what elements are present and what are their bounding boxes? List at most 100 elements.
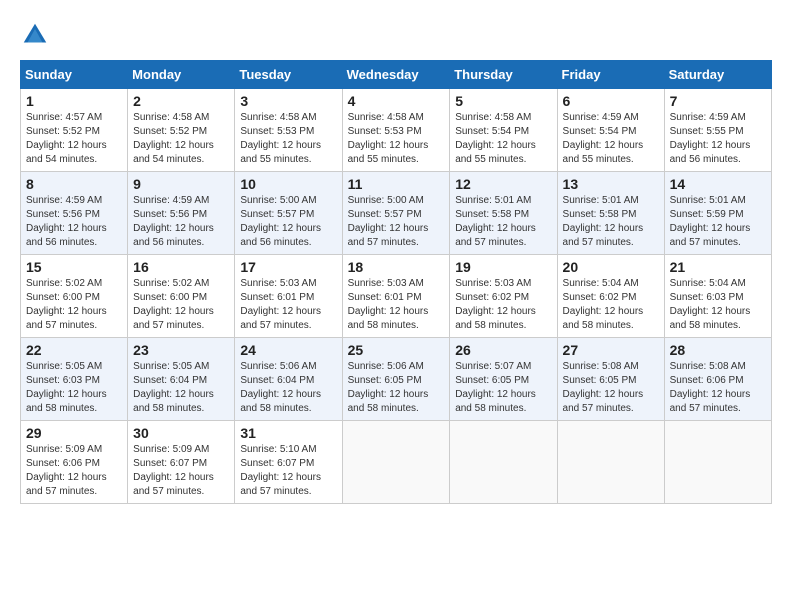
day-info: Sunrise: 5:03 AM Sunset: 6:01 PM Dayligh… xyxy=(240,277,336,333)
day-info: Sunrise: 5:04 AM Sunset: 6:03 PM Dayligh… xyxy=(670,277,766,333)
calendar-cell: 12Sunrise: 5:01 AM Sunset: 5:58 PM Dayli… xyxy=(450,172,557,255)
day-info: Sunrise: 5:05 AM Sunset: 6:03 PM Dayligh… xyxy=(26,360,122,416)
day-number: 24 xyxy=(240,342,336,358)
calendar-cell: 14Sunrise: 5:01 AM Sunset: 5:59 PM Dayli… xyxy=(664,172,771,255)
day-number: 27 xyxy=(563,342,659,358)
calendar-cell: 17 Sunrise: 5:03 AM Sunset: 6:01 PM Dayli… xyxy=(235,255,342,338)
calendar-header-wednesday: Wednesday xyxy=(342,61,450,89)
calendar-cell: 13 Sunrise: 5:01 AM Sunset: 5:58 PM Dayli… xyxy=(557,172,664,255)
day-info: Sunrise: 5:06 AM Sunset: 6:05 PM Dayligh… xyxy=(348,360,445,416)
day-number: 2 xyxy=(133,93,229,109)
calendar-cell: 20 Sunrise: 5:04 AM Sunset: 6:02 PM Dayli… xyxy=(557,255,664,338)
day-number: 13 xyxy=(563,176,659,192)
calendar-cell: 22 Sunrise: 5:05 AM Sunset: 6:03 PM Dayli… xyxy=(21,338,128,421)
day-info: Sunrise: 4:58 AM Sunset: 5:54 PM Dayligh… xyxy=(455,111,551,167)
calendar-cell xyxy=(557,421,664,504)
calendar-week-3: 15 Sunrise: 5:02 AM Sunset: 6:00 PM Dayli… xyxy=(21,255,772,338)
calendar-cell: 29 Sunrise: 5:09 AM Sunset: 6:06 PM Dayli… xyxy=(21,421,128,504)
calendar-cell: 4Sunrise: 4:58 AM Sunset: 5:53 PM Daylig… xyxy=(342,89,450,172)
day-number: 19 xyxy=(455,259,551,275)
day-info: Sunrise: 4:59 AM Sunset: 5:56 PM Dayligh… xyxy=(26,194,122,250)
day-number: 30 xyxy=(133,425,229,441)
page-header xyxy=(20,20,772,50)
day-number: 8 xyxy=(26,176,122,192)
calendar-cell: 11 Sunrise: 5:00 AM Sunset: 5:57 PM Dayli… xyxy=(342,172,450,255)
day-info: Sunrise: 5:00 AM Sunset: 5:57 PM Dayligh… xyxy=(240,194,336,250)
day-info: Sunrise: 5:10 AM Sunset: 6:07 PM Dayligh… xyxy=(240,443,336,499)
day-info: Sunrise: 5:00 AM Sunset: 5:57 PM Dayligh… xyxy=(348,194,445,250)
calendar-body: 1 Sunrise: 4:57 AM Sunset: 5:52 PM Daylig… xyxy=(21,89,772,504)
day-number: 6 xyxy=(563,93,659,109)
day-info: Sunrise: 5:04 AM Sunset: 6:02 PM Dayligh… xyxy=(563,277,659,333)
day-number: 15 xyxy=(26,259,122,275)
calendar-week-4: 22 Sunrise: 5:05 AM Sunset: 6:03 PM Dayli… xyxy=(21,338,772,421)
day-info: Sunrise: 5:03 AM Sunset: 6:01 PM Dayligh… xyxy=(348,277,445,333)
day-info: Sunrise: 4:58 AM Sunset: 5:53 PM Dayligh… xyxy=(348,111,445,167)
calendar-cell: 23Sunrise: 5:05 AM Sunset: 6:04 PM Dayli… xyxy=(128,338,235,421)
calendar-cell: 5 Sunrise: 4:58 AM Sunset: 5:54 PM Daylig… xyxy=(450,89,557,172)
day-info: Sunrise: 4:58 AM Sunset: 5:52 PM Dayligh… xyxy=(133,111,229,167)
day-number: 31 xyxy=(240,425,336,441)
day-info: Sunrise: 4:59 AM Sunset: 5:54 PM Dayligh… xyxy=(563,111,659,167)
calendar-header-sunday: Sunday xyxy=(21,61,128,89)
calendar-cell: 24 Sunrise: 5:06 AM Sunset: 6:04 PM Dayli… xyxy=(235,338,342,421)
calendar-table: SundayMondayTuesdayWednesdayThursdayFrid… xyxy=(20,60,772,504)
day-number: 5 xyxy=(455,93,551,109)
day-number: 20 xyxy=(563,259,659,275)
day-number: 3 xyxy=(240,93,336,109)
calendar-cell: 18 Sunrise: 5:03 AM Sunset: 6:01 PM Dayli… xyxy=(342,255,450,338)
day-info: Sunrise: 4:57 AM Sunset: 5:52 PM Dayligh… xyxy=(26,111,122,167)
day-info: Sunrise: 5:01 AM Sunset: 5:59 PM Dayligh… xyxy=(670,194,766,250)
calendar-cell: 19Sunrise: 5:03 AM Sunset: 6:02 PM Dayli… xyxy=(450,255,557,338)
calendar-header-tuesday: Tuesday xyxy=(235,61,342,89)
calendar-cell: 30 Sunrise: 5:09 AM Sunset: 6:07 PM Dayli… xyxy=(128,421,235,504)
calendar-cell: 25 Sunrise: 5:06 AM Sunset: 6:05 PM Dayli… xyxy=(342,338,450,421)
calendar-cell: 3 Sunrise: 4:58 AM Sunset: 5:53 PM Daylig… xyxy=(235,89,342,172)
day-number: 25 xyxy=(348,342,445,358)
day-info: Sunrise: 5:06 AM Sunset: 6:04 PM Dayligh… xyxy=(240,360,336,416)
calendar-cell: 15 Sunrise: 5:02 AM Sunset: 6:00 PM Dayli… xyxy=(21,255,128,338)
logo-icon xyxy=(20,20,50,50)
calendar-cell: 8 Sunrise: 4:59 AM Sunset: 5:56 PM Daylig… xyxy=(21,172,128,255)
calendar-cell: 1 Sunrise: 4:57 AM Sunset: 5:52 PM Daylig… xyxy=(21,89,128,172)
calendar-header-friday: Friday xyxy=(557,61,664,89)
day-info: Sunrise: 4:58 AM Sunset: 5:53 PM Dayligh… xyxy=(240,111,336,167)
day-number: 26 xyxy=(455,342,551,358)
day-info: Sunrise: 5:01 AM Sunset: 5:58 PM Dayligh… xyxy=(563,194,659,250)
calendar-cell xyxy=(664,421,771,504)
day-info: Sunrise: 5:02 AM Sunset: 6:00 PM Dayligh… xyxy=(133,277,229,333)
day-number: 7 xyxy=(670,93,766,109)
calendar-header-saturday: Saturday xyxy=(664,61,771,89)
calendar-week-2: 8 Sunrise: 4:59 AM Sunset: 5:56 PM Daylig… xyxy=(21,172,772,255)
day-info: Sunrise: 5:09 AM Sunset: 6:07 PM Dayligh… xyxy=(133,443,229,499)
day-number: 22 xyxy=(26,342,122,358)
day-number: 11 xyxy=(348,176,445,192)
calendar-cell: 27Sunrise: 5:08 AM Sunset: 6:05 PM Dayli… xyxy=(557,338,664,421)
calendar-header-row: SundayMondayTuesdayWednesdayThursdayFrid… xyxy=(21,61,772,89)
logo xyxy=(20,20,54,50)
day-number: 9 xyxy=(133,176,229,192)
calendar-cell: 28 Sunrise: 5:08 AM Sunset: 6:06 PM Dayli… xyxy=(664,338,771,421)
day-number: 16 xyxy=(133,259,229,275)
day-info: Sunrise: 5:07 AM Sunset: 6:05 PM Dayligh… xyxy=(455,360,551,416)
calendar-cell: 2 Sunrise: 4:58 AM Sunset: 5:52 PM Daylig… xyxy=(128,89,235,172)
day-info: Sunrise: 5:02 AM Sunset: 6:00 PM Dayligh… xyxy=(26,277,122,333)
calendar-cell: 7Sunrise: 4:59 AM Sunset: 5:55 PM Daylig… xyxy=(664,89,771,172)
day-info: Sunrise: 5:08 AM Sunset: 6:06 PM Dayligh… xyxy=(670,360,766,416)
day-number: 17 xyxy=(240,259,336,275)
calendar-cell: 16 Sunrise: 5:02 AM Sunset: 6:00 PM Dayli… xyxy=(128,255,235,338)
calendar-cell: 21Sunrise: 5:04 AM Sunset: 6:03 PM Dayli… xyxy=(664,255,771,338)
day-number: 28 xyxy=(670,342,766,358)
day-number: 18 xyxy=(348,259,445,275)
calendar-cell: 26 Sunrise: 5:07 AM Sunset: 6:05 PM Dayli… xyxy=(450,338,557,421)
calendar-week-5: 29 Sunrise: 5:09 AM Sunset: 6:06 PM Dayli… xyxy=(21,421,772,504)
day-number: 29 xyxy=(26,425,122,441)
calendar-header-monday: Monday xyxy=(128,61,235,89)
day-number: 10 xyxy=(240,176,336,192)
calendar-cell xyxy=(450,421,557,504)
day-number: 1 xyxy=(26,93,122,109)
calendar-cell xyxy=(342,421,450,504)
calendar-cell: 31 Sunrise: 5:10 AM Sunset: 6:07 PM Dayli… xyxy=(235,421,342,504)
day-info: Sunrise: 5:09 AM Sunset: 6:06 PM Dayligh… xyxy=(26,443,122,499)
calendar-cell: 9Sunrise: 4:59 AM Sunset: 5:56 PM Daylig… xyxy=(128,172,235,255)
